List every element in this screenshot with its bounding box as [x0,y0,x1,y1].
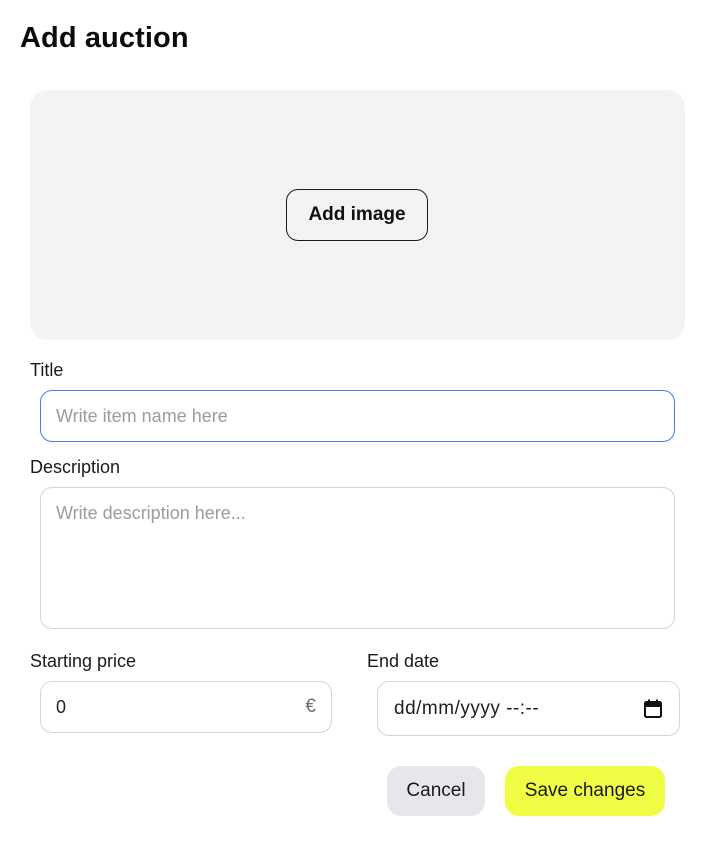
add-image-button[interactable]: Add image [286,189,428,241]
add-auction-dialog: Add auction Add image Title Description … [0,0,715,846]
calendar-icon[interactable] [643,699,663,719]
end-date-label: End date [367,651,440,671]
starting-price-label: Starting price [30,651,137,671]
image-upload-area[interactable]: Add image [30,90,685,340]
description-label: Description [30,457,121,477]
description-textarea[interactable] [40,487,675,629]
starting-price-value: 0 [56,696,67,717]
end-date-value: dd/mm/yyyy --:-- [394,697,540,719]
dialog-title: Add auction [20,22,189,54]
save-changes-button[interactable]: Save changes [505,766,665,816]
starting-price-input[interactable]: 0 € [40,681,332,733]
euro-currency-icon: € [305,696,316,717]
title-label: Title [30,360,64,380]
cancel-button[interactable]: Cancel [387,766,485,816]
end-date-input[interactable]: dd/mm/yyyy --:-- [377,681,680,736]
title-input[interactable] [40,390,675,442]
